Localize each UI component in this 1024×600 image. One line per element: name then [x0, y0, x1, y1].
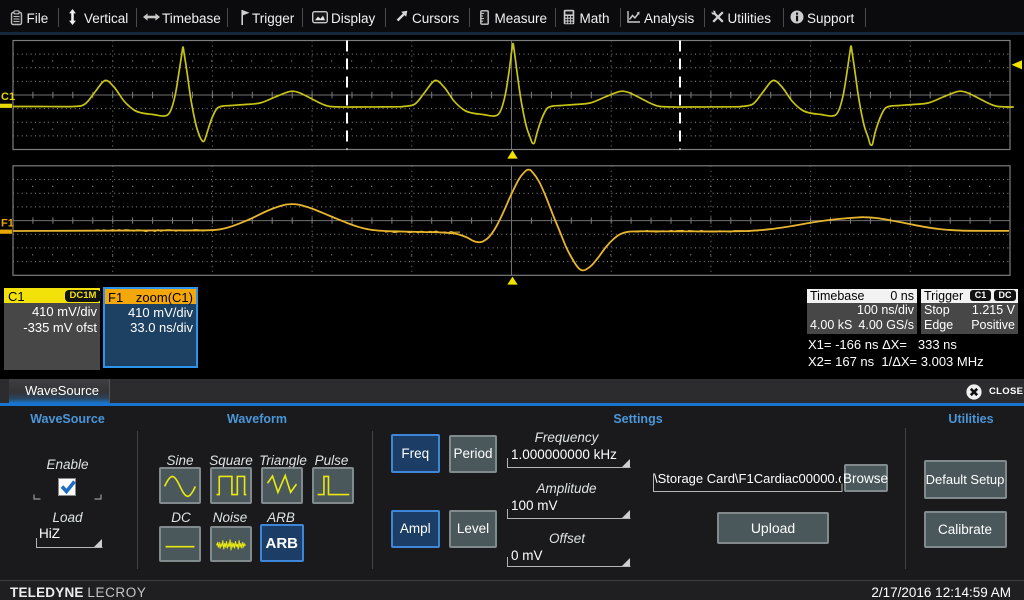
svg-text:C1: C1 — [1, 91, 15, 103]
svg-text:F1: F1 — [1, 218, 14, 230]
